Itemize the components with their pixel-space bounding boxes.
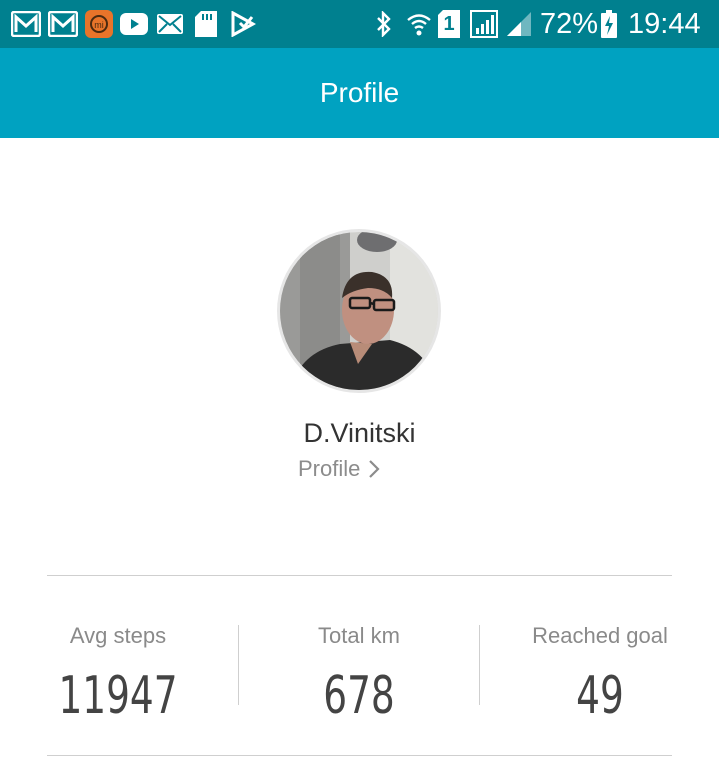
clock: 19:44 bbox=[628, 8, 701, 40]
gmail-icon bbox=[48, 10, 78, 38]
sim-1-icon: 1 bbox=[438, 10, 460, 38]
chevron-right-icon bbox=[368, 459, 380, 479]
profile-link-label: Profile bbox=[298, 456, 361, 481]
total-km-value: 678 bbox=[323, 666, 395, 726]
sd-card-icon bbox=[194, 10, 218, 38]
gmail-icon bbox=[11, 10, 41, 38]
bluetooth-icon bbox=[374, 10, 394, 38]
stats-top-divider bbox=[47, 575, 672, 576]
mi-app-icon: mi bbox=[85, 10, 113, 38]
status-bar: mi 1 72% 19:44 bbox=[0, 0, 719, 48]
battery-charging-icon bbox=[601, 10, 617, 38]
battery-percentage: 72% bbox=[540, 8, 599, 40]
stats-bottom-divider bbox=[47, 755, 672, 756]
total-km-label: Total km bbox=[318, 623, 400, 648]
avatar[interactable] bbox=[277, 229, 441, 393]
user-name: D.Vinitski bbox=[303, 418, 416, 448]
play-store-icon bbox=[230, 10, 256, 38]
reached-goal-value: 49 bbox=[576, 666, 624, 726]
reached-goal-label: Reached goal bbox=[532, 623, 668, 648]
youtube-icon bbox=[120, 10, 148, 38]
profile-link[interactable]: Profile bbox=[298, 454, 380, 484]
signal-icon bbox=[470, 10, 498, 38]
app-bar: Profile bbox=[0, 48, 719, 138]
signal-icon bbox=[505, 10, 533, 38]
mail-icon bbox=[157, 10, 183, 38]
sim-slot-label: 1 bbox=[443, 13, 455, 35]
wifi-icon bbox=[406, 10, 432, 38]
svg-text:mi: mi bbox=[94, 20, 104, 30]
page-title: Profile bbox=[319, 77, 400, 108]
avg-steps-value: 11947 bbox=[58, 666, 178, 726]
avg-steps-label: Avg steps bbox=[69, 623, 167, 648]
avatar-photo bbox=[280, 232, 438, 390]
